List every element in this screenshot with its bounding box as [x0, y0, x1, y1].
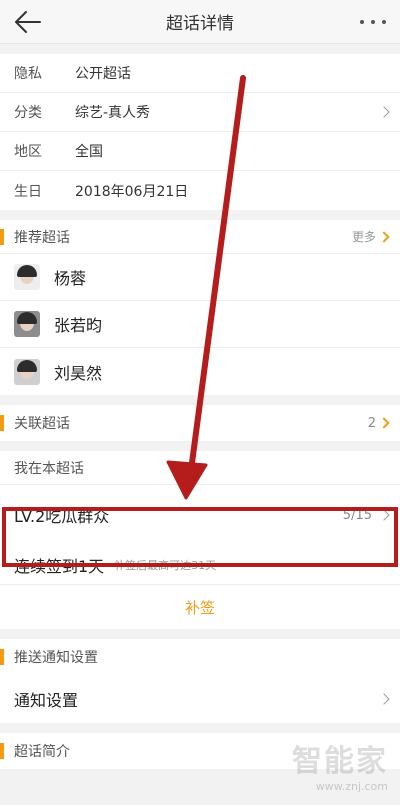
list-item[interactable]: 刘昊然 — [0, 348, 400, 395]
more-link[interactable]: 更多 — [352, 228, 376, 245]
person-name: 刘昊然 — [54, 363, 103, 383]
chevron-right-icon — [378, 509, 390, 521]
info-key: 分类 — [14, 105, 42, 121]
list-item[interactable]: 张若昀 — [0, 301, 400, 348]
accent-bar — [0, 415, 4, 431]
avatar — [14, 264, 40, 290]
info-section: 隐私 公开超话 分类 综艺-真人秀 地区 全国 生日 2018年06月21日 — [0, 54, 400, 210]
section-title: 关联超话 — [14, 416, 70, 432]
page-title: 超话详情 — [166, 14, 234, 34]
info-value: 公开超话 — [75, 66, 131, 82]
avatar — [14, 358, 40, 385]
chevron-right-icon — [378, 106, 390, 118]
info-key: 隐私 — [14, 66, 42, 82]
person-name: 杨蓉 — [54, 269, 87, 288]
notification-settings-label: 通知设置 — [14, 691, 79, 710]
sign-in-days: 连续签到1天 — [14, 556, 105, 576]
info-row-privacy: 隐私 公开超话 — [0, 54, 400, 93]
recommended-section: 推荐超话 更多 杨蓉 张若昀 刘昊然 — [0, 220, 400, 395]
info-value: 2018年06月21日 — [75, 183, 189, 200]
info-value: 综艺-真人秀 — [75, 105, 151, 121]
recommended-header[interactable]: 推荐超话 更多 — [0, 220, 400, 254]
info-row-region: 地区 全国 — [0, 132, 400, 171]
watermark-url: www.znj.com — [315, 780, 388, 793]
chevron-right-icon — [378, 693, 390, 705]
watermark-text: 智能家 — [292, 744, 388, 779]
info-value: 全国 — [75, 144, 103, 160]
level-progress: 5/15 — [342, 507, 372, 523]
sign-in-row: 连续签到1天 补签后最高可达31天 — [0, 545, 400, 585]
related-row[interactable]: 关联超话 2 — [0, 405, 400, 441]
person-name: 张若昀 — [54, 316, 103, 335]
watermark: 智能家 www.znj.com — [292, 736, 388, 793]
chevron-right-icon — [378, 417, 390, 429]
accent-bar — [0, 228, 4, 245]
related-count: 2 — [367, 415, 376, 431]
info-row-category[interactable]: 分类 综艺-真人秀 — [0, 93, 400, 132]
chevron-right-icon — [378, 230, 390, 243]
accent-bar — [0, 743, 4, 759]
section-title: 推荐超话 — [14, 229, 70, 246]
section-title: 超话简介 — [14, 744, 70, 760]
push-header: 推送通知设置 — [0, 639, 400, 675]
list-item[interactable]: 杨蓉 — [0, 254, 400, 301]
back-arrow-icon[interactable] — [12, 7, 44, 37]
level-label: LV.2吃瓜群众 — [14, 507, 110, 526]
info-key: 地区 — [14, 144, 42, 160]
avatar — [14, 311, 40, 337]
resign-button[interactable]: 补签 — [0, 585, 400, 629]
info-row-birthday: 生日 2018年06月21日 — [0, 171, 400, 210]
section-title: 推送通知设置 — [14, 650, 98, 666]
top-bar: 超话详情 — [0, 0, 400, 44]
mine-header: 我在本超话 — [0, 451, 400, 485]
level-row[interactable]: LV.2吃瓜群众 5/15 — [0, 485, 400, 545]
more-options-icon[interactable] — [360, 18, 386, 26]
notification-settings-row[interactable]: 通知设置 — [0, 675, 400, 723]
accent-bar — [0, 649, 4, 665]
sign-in-hint: 补签后最高可达31天 — [114, 558, 217, 572]
info-key: 生日 — [14, 183, 42, 200]
